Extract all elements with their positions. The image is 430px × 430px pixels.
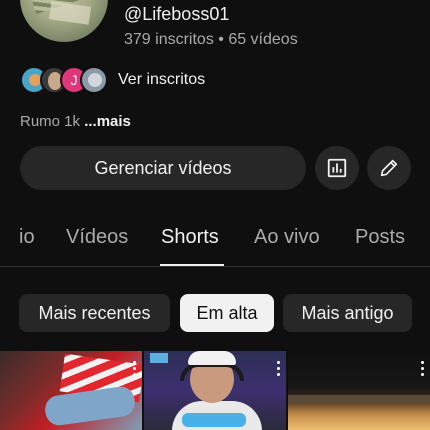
edit-button[interactable] bbox=[367, 146, 411, 190]
subscribers-row[interactable]: J Ver inscritos bbox=[20, 66, 205, 94]
pencil-icon bbox=[380, 159, 398, 177]
channel-tabs: io Vídeos Shorts Ao vivo Posts bbox=[0, 214, 430, 266]
channel-avatar[interactable] bbox=[20, 0, 108, 42]
see-subscribers-link[interactable]: Ver inscritos bbox=[118, 71, 205, 89]
short-thumbnail[interactable] bbox=[0, 351, 142, 430]
short-thumbnail[interactable] bbox=[288, 351, 430, 430]
analytics-icon bbox=[327, 158, 347, 178]
divider bbox=[0, 266, 430, 267]
description-text: Rumo 1k bbox=[20, 113, 85, 130]
more-link[interactable]: ...mais bbox=[84, 113, 131, 130]
thumbnail-detail bbox=[188, 351, 236, 365]
more-options-icon[interactable] bbox=[132, 361, 136, 377]
tab-posts[interactable]: Posts bbox=[355, 226, 405, 249]
more-options-icon[interactable] bbox=[420, 361, 424, 377]
channel-stats: 379 inscritos • 65 vídeos bbox=[124, 31, 298, 48]
thumbnail-detail bbox=[182, 413, 246, 427]
chip-oldest[interactable]: Mais antigo bbox=[283, 294, 412, 332]
tab-live[interactable]: Ao vivo bbox=[254, 226, 320, 249]
thumbnail-detail bbox=[180, 363, 244, 381]
manage-videos-button[interactable]: Gerenciar vídeos bbox=[20, 146, 306, 190]
channel-handle: @Lifeboss01 bbox=[124, 4, 230, 24]
analytics-button[interactable] bbox=[315, 146, 359, 190]
thumbnail-detail bbox=[150, 353, 168, 363]
chip-trending[interactable]: Em alta bbox=[180, 294, 274, 332]
subscriber-avatar bbox=[80, 66, 108, 94]
tab-videos[interactable]: Vídeos bbox=[66, 226, 128, 249]
chip-most-recent[interactable]: Mais recentes bbox=[19, 294, 170, 332]
tab-inicio[interactable]: io bbox=[19, 226, 35, 249]
channel-description[interactable]: Rumo 1k ...mais bbox=[20, 113, 131, 130]
short-thumbnail[interactable] bbox=[144, 351, 286, 430]
tab-shorts[interactable]: Shorts bbox=[161, 226, 219, 249]
more-options-icon[interactable] bbox=[276, 361, 280, 377]
